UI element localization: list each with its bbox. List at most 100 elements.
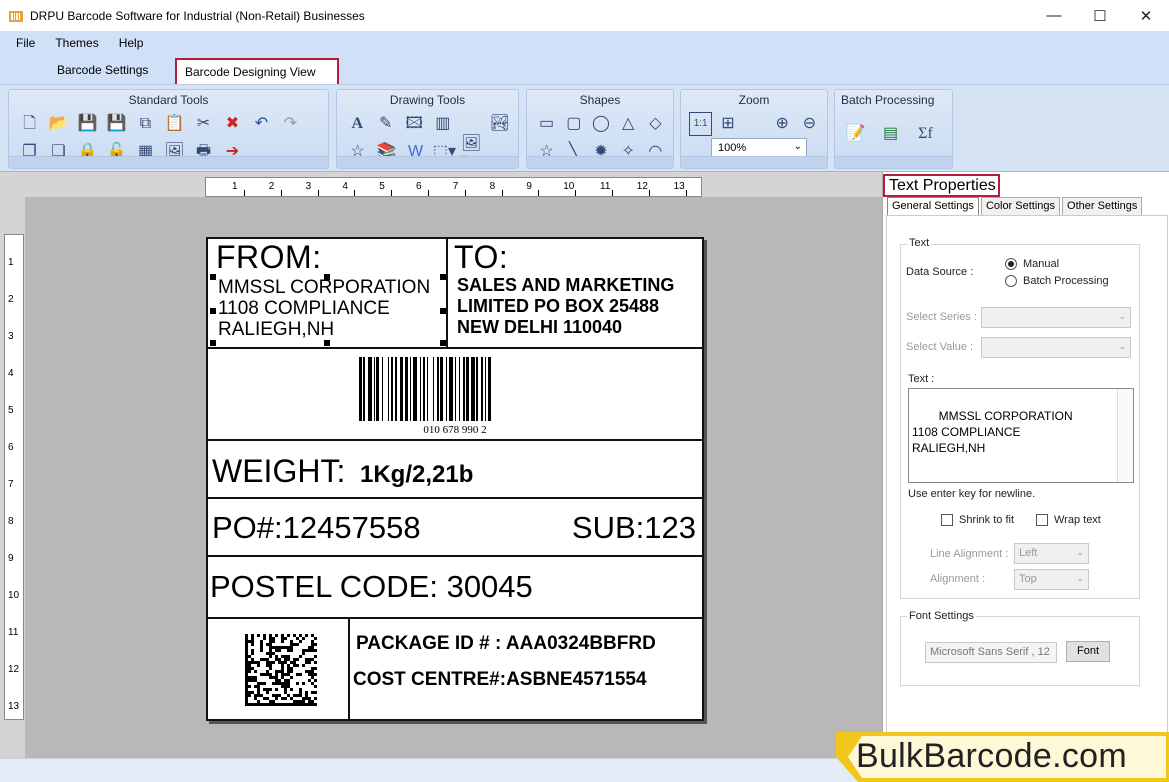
undo-icon[interactable]: ↶ [249, 112, 274, 136]
close-button[interactable]: ✕ [1123, 0, 1169, 31]
to-section[interactable]: TO: SALES AND MARKETING LIMITED PO BOX 2… [448, 239, 702, 349]
selection-handle[interactable] [440, 340, 446, 346]
datamatrix-module [272, 703, 275, 706]
datamatrix-module [251, 691, 254, 694]
excel-import-icon[interactable]: ▤ [878, 122, 903, 146]
barcode-tool-icon[interactable]: ▥ [431, 112, 456, 136]
datamatrix-module [245, 688, 248, 691]
maximize-button[interactable]: ☐ [1077, 0, 1123, 31]
tab-color-settings[interactable]: Color Settings [980, 197, 1061, 215]
selection-handle[interactable] [440, 274, 446, 280]
radio-batch-processing[interactable] [1005, 275, 1017, 287]
datamatrix-module [263, 688, 266, 691]
ruler-top-mark [391, 190, 393, 196]
selection-handle[interactable] [324, 340, 330, 346]
pen-tool-icon[interactable]: ✎ [374, 112, 399, 136]
datamatrix-module [311, 673, 314, 676]
group-standard-tools: Standard Tools 🗋 📂 💾 💾 ⧉ 📋 ✂ ✖ ↶ ↷ ❐ ❏ 🔒… [8, 89, 329, 169]
radio-manual[interactable] [1005, 258, 1017, 270]
formula-icon[interactable]: Σf [913, 122, 938, 146]
wrap-text-label[interactable]: Wrap text [1054, 514, 1101, 526]
datamatrix-module [299, 688, 302, 691]
ellipse-shape-icon[interactable]: ◯ [589, 112, 612, 136]
general-settings-panel: Text Data Source : Manual Batch Processi… [886, 215, 1168, 756]
selection-handle[interactable] [210, 308, 216, 314]
text-input[interactable]: MMSSL CORPORATION 1108 COMPLIANCE RALIEG… [908, 388, 1134, 483]
ruler-left-tick: 8 [8, 516, 14, 527]
package-section[interactable]: PACKAGE ID # : AAA0324BBFRD COST CENTRE#… [350, 619, 702, 719]
zoom-in-icon[interactable]: ⊕ [771, 112, 794, 136]
datamatrix-module [269, 643, 272, 646]
minimize-button[interactable]: — [1031, 0, 1077, 31]
barcode-bar [463, 357, 465, 421]
shrink-to-fit-checkbox[interactable] [941, 514, 953, 526]
linear-barcode[interactable] [359, 357, 535, 421]
po-section[interactable]: PO#:12457558 SUB:123 [208, 499, 702, 557]
window-controls: — ☐ ✕ [1031, 0, 1169, 31]
datamatrix-code[interactable] [245, 634, 317, 706]
menu-help[interactable]: Help [119, 36, 144, 50]
design-canvas[interactable]: FROM: MMSSL CORPORATION 1108 COMPLIANCE … [25, 197, 882, 758]
triangle-shape-icon[interactable]: △ [617, 112, 640, 136]
shrink-to-fit-label[interactable]: Shrink to fit [959, 514, 1014, 526]
tab-barcode-designing-view[interactable]: Barcode Designing View [175, 58, 339, 84]
diamond-shape-icon[interactable]: ◇ [644, 112, 667, 136]
barcode-section[interactable]: 010 678 990 2 [208, 349, 702, 441]
text-tool-icon[interactable]: A [345, 112, 370, 136]
cut-icon[interactable]: ✂ [191, 112, 216, 136]
line-alignment-value: Left [1019, 547, 1038, 559]
open-icon[interactable]: 📂 [46, 112, 71, 136]
wrap-text-checkbox[interactable] [1036, 514, 1048, 526]
datamatrix-section[interactable] [208, 619, 350, 719]
zoom-select[interactable]: 100% ⌄ [711, 138, 807, 158]
line-alignment-combo[interactable]: Left ⌄ [1014, 543, 1089, 564]
barcode-bar [373, 357, 375, 421]
from-section[interactable]: FROM: MMSSL CORPORATION 1108 COMPLIANCE … [208, 239, 448, 349]
save-as-icon[interactable]: 💾 [104, 112, 129, 136]
redo-icon[interactable]: ↷ [278, 112, 303, 136]
picture-tool-icon[interactable]: 🖾 [402, 112, 427, 136]
save-icon[interactable]: 💾 [75, 112, 100, 136]
selection-handle[interactable] [210, 340, 216, 346]
copy-icon[interactable]: ⧉ [133, 112, 158, 136]
datamatrix-module [311, 658, 314, 661]
datamatrix-module [263, 634, 266, 637]
menu-themes[interactable]: Themes [55, 36, 98, 50]
from-address[interactable]: MMSSL CORPORATION 1108 COMPLIANCE RALIEG… [218, 277, 448, 340]
font-button[interactable]: Font [1066, 641, 1110, 662]
text-input-scrollbar[interactable] [1117, 389, 1133, 482]
barcode-bar [405, 357, 408, 421]
select-series-combo[interactable]: ⌄ [981, 307, 1131, 328]
actual-size-icon[interactable]: 1:1 [689, 112, 713, 136]
rounded-rectangle-shape-icon[interactable]: ▢ [562, 112, 585, 136]
selection-handle[interactable] [210, 274, 216, 280]
fit-to-window-icon[interactable]: ⊞ [716, 112, 739, 136]
datamatrix-module [287, 703, 290, 706]
radio-batch-processing-label[interactable]: Batch Processing [1023, 275, 1109, 287]
select-value-combo[interactable]: ⌄ [981, 337, 1131, 358]
zoom-out-icon[interactable]: ⊖ [798, 112, 821, 136]
datamatrix-module [284, 688, 287, 691]
radio-manual-label[interactable]: Manual [1023, 258, 1059, 270]
datamatrix-module [257, 682, 260, 685]
rectangle-shape-icon[interactable]: ▭ [535, 112, 558, 136]
tab-barcode-settings[interactable]: Barcode Settings [57, 63, 148, 77]
weight-section[interactable]: WEIGHT: 1Kg/2,21b [208, 441, 702, 499]
chevron-down-icon: ⌄ [1118, 341, 1126, 351]
selection-handle[interactable] [324, 274, 330, 280]
paste-icon[interactable]: 📋 [162, 112, 187, 136]
datamatrix-module [254, 676, 257, 679]
alignment-combo[interactable]: Top ⌄ [1014, 569, 1089, 590]
delete-icon[interactable]: ✖ [220, 112, 245, 136]
datamatrix-module [245, 685, 248, 688]
menu-file[interactable]: File [16, 36, 35, 50]
tab-general-settings[interactable]: General Settings [887, 197, 979, 215]
edit-batch-icon[interactable]: 📝 [843, 122, 868, 146]
selection-handle[interactable] [440, 308, 446, 314]
datamatrix-module [251, 640, 254, 643]
tab-other-settings[interactable]: Other Settings [1062, 197, 1143, 215]
datamatrix-module [275, 679, 278, 682]
image-tool-icon[interactable]: 🏞 [488, 112, 513, 136]
postal-section[interactable]: POSTEL CODE: 30045 [208, 557, 702, 619]
new-icon[interactable]: 🗋 [17, 112, 42, 136]
